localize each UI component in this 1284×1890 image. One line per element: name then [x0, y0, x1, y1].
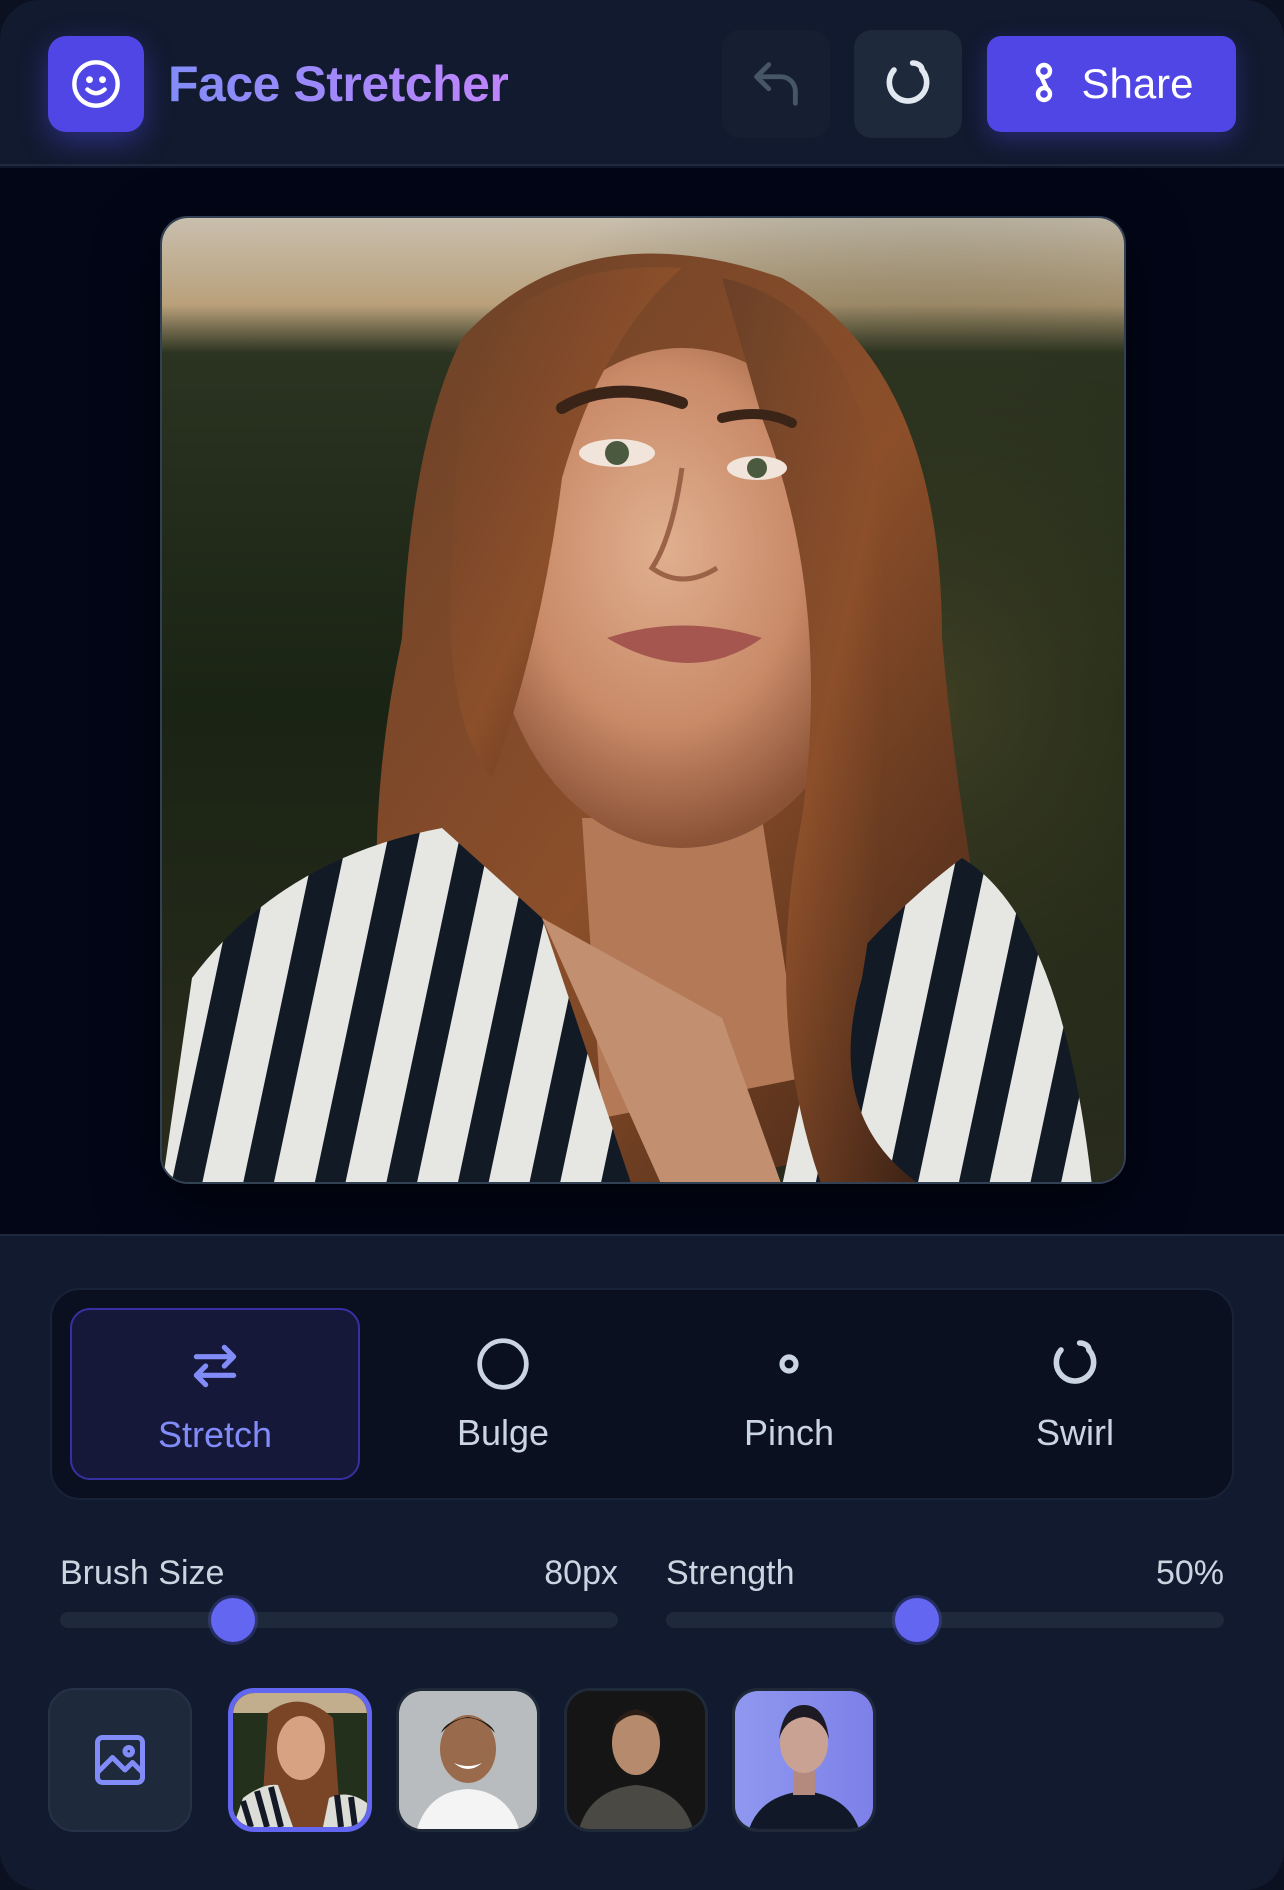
share-button[interactable]: Share	[987, 36, 1236, 132]
tool-stretch-label: Stretch	[157, 1414, 273, 1455]
strength-label: Strength	[666, 1554, 795, 1592]
strength-value: 50%	[1155, 1554, 1224, 1592]
brush-size-value: 80px	[544, 1554, 618, 1592]
undo-button[interactable]	[722, 30, 830, 138]
sample-photo-4[interactable]	[732, 1688, 876, 1832]
circle-icon	[477, 1338, 529, 1390]
refresh-icon	[886, 60, 930, 104]
share-icon	[1036, 62, 1053, 103]
swirl-icon	[1053, 1340, 1097, 1384]
reset-button[interactable]	[854, 30, 962, 138]
tool-bulge-label: Bulge	[456, 1412, 550, 1453]
sample-photo-3[interactable]	[564, 1688, 708, 1832]
arrows-left-right-icon	[193, 1344, 237, 1388]
brush-size-label: Brush Size	[60, 1554, 225, 1592]
undo-icon	[754, 62, 798, 106]
tool-swirl[interactable]: Swirl	[930, 1308, 1220, 1480]
portrait-photo[interactable]	[160, 216, 1126, 1184]
app-title: Face Stretcher	[168, 52, 509, 116]
controls-panel: Stretch Bulge Pinch Swirl Brush Size 80p…	[0, 1234, 1284, 1890]
tool-pinch-label: Pinch	[743, 1412, 835, 1453]
share-button-label: Share	[1081, 60, 1194, 107]
tool-swirl-label: Swirl	[1036, 1412, 1114, 1453]
strength-slider[interactable]	[666, 1598, 1224, 1642]
brush-size-slider-thumb[interactable]	[210, 1598, 255, 1642]
sample-photo-2[interactable]	[396, 1688, 540, 1832]
editor-canvas[interactable]	[0, 168, 1284, 1234]
small-dot-icon	[779, 1354, 799, 1374]
upload-image-button[interactable]	[48, 1688, 192, 1832]
smiley-face-icon	[72, 60, 120, 108]
tool-stretch[interactable]: Stretch	[70, 1308, 360, 1480]
tool-selector: Stretch Bulge Pinch Swirl	[50, 1288, 1234, 1500]
app-window: Face Stretcher Share Stretch Bulge Pinch…	[0, 0, 1284, 1890]
image-icon	[95, 1735, 145, 1785]
tool-bulge[interactable]: Bulge	[358, 1308, 648, 1480]
tool-pinch[interactable]: Pinch	[644, 1308, 934, 1480]
app-logo	[48, 36, 144, 132]
header-bar: Face Stretcher Share	[0, 0, 1284, 166]
sample-photo-1[interactable]	[228, 1688, 372, 1832]
strength-slider-thumb[interactable]	[895, 1598, 940, 1642]
brush-size-slider[interactable]	[60, 1598, 618, 1642]
